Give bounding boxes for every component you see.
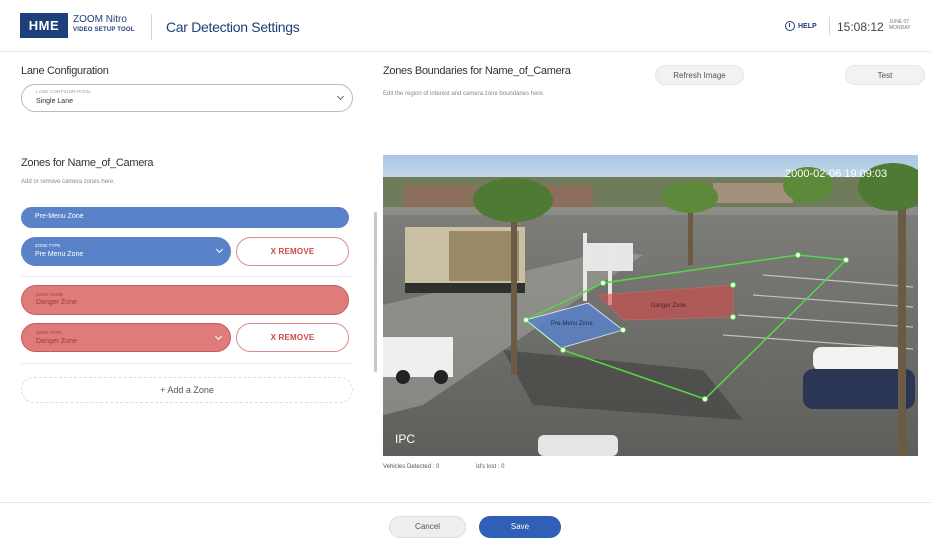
zone-type-select[interactable]: ZONE TYPE Danger Zone [21,323,231,352]
truck-chassis [405,283,525,293]
date-line2: MONDAY [889,25,911,31]
building [713,183,793,203]
chevron-down-icon [215,245,224,254]
camera-feed[interactable]: Pre-Menu Zone Danger Zone 2000-02-06 19:… [383,155,918,456]
boundaries-title: Zones Boundaries for Name_of_Camera [383,65,571,77]
clock: 15:08:12 [837,20,884,34]
boundaries-hint: Edit the region of interest and camera z… [383,91,545,97]
product-line1: ZOOM Nitro [73,14,127,25]
zone-type-select[interactable]: ZONE TYPE Pre Menu Zone [21,237,231,266]
palm-fronds [473,178,553,222]
product-line2: VIDEO SETUP TOOL [73,27,135,33]
zone-type-caption: ZONE TYPE [35,243,61,248]
remove-zone-button[interactable]: X REMOVE [236,323,349,352]
test-button[interactable]: Test [845,65,925,85]
vehicles-detected: Vehicles Detected : 0 [383,464,440,470]
zones-scrollbar[interactable] [374,212,377,372]
ids-lost: Id's lost : 0 [476,464,505,470]
zone-separator [21,363,353,364]
zone-type-value: Danger Zone [36,338,77,345]
remove-zone-button[interactable]: X REMOVE [236,237,349,266]
footer-divider [0,502,931,503]
zone-name-input[interactable]: Pre-Menu Zone [21,207,349,228]
camera-timestamp: 2000-02-06 19:09:03 [785,168,887,180]
danger-zone-label: Danger Zone [651,303,687,309]
palm-trunk [511,195,517,375]
date: JUNE 07 MONDAY [889,19,911,31]
save-button[interactable]: Save [479,516,561,538]
hme-logo: HME [20,13,68,38]
help-icon [785,21,795,31]
zone-name-caption: ZONE NAME [36,292,63,297]
header-divider-2 [829,17,830,35]
zone-name-value: Danger Zone [36,299,77,306]
camera-scene[interactable]: Pre-Menu Zone Danger Zone 2000-02-06 19:… [383,155,918,456]
zone-type-value: Pre Menu Zone [35,251,84,258]
camera-channel: IPC [395,432,415,446]
help-button[interactable]: HELP [785,21,817,31]
truck-graphic [449,231,519,281]
product-name: ZOOM Nitro VIDEO SETUP TOOL [73,14,135,36]
chevron-down-icon [336,92,345,101]
pre-menu-zone-label: Pre-Menu Zone [551,321,593,327]
cancel-button[interactable]: Cancel [389,516,466,538]
app-header: HME ZOOM Nitro VIDEO SETUP TOOL Car Dete… [0,0,931,52]
lane-config-select[interactable]: LANE CONFIGURATION Single Lane [21,84,353,112]
bottom-car [538,435,618,456]
zones-hint: Add or remove camera zones here. [21,179,116,185]
header-divider [151,14,152,40]
chevron-down-icon [214,332,223,341]
zone-name-value: Pre-Menu Zone [35,213,84,220]
refresh-image-button[interactable]: Refresh Image [655,65,744,85]
palm-trunk-right [898,185,906,456]
help-label: HELP [798,22,817,30]
zone-separator [21,276,353,277]
lane-config-value: Single Lane [36,98,73,105]
add-zone-button[interactable]: + Add a Zone [21,377,353,403]
lane-config-title: Lane Configuration [21,65,109,77]
zone-type-caption: ZONE TYPE [36,330,62,335]
page-title: Car Detection Settings [166,19,300,35]
white-car [813,347,903,371]
zones-title: Zones for Name_of_Camera [21,157,154,169]
zone-name-input[interactable]: ZONE NAME Danger Zone [21,285,349,315]
lane-config-caption: LANE CONFIGURATION [36,89,91,94]
